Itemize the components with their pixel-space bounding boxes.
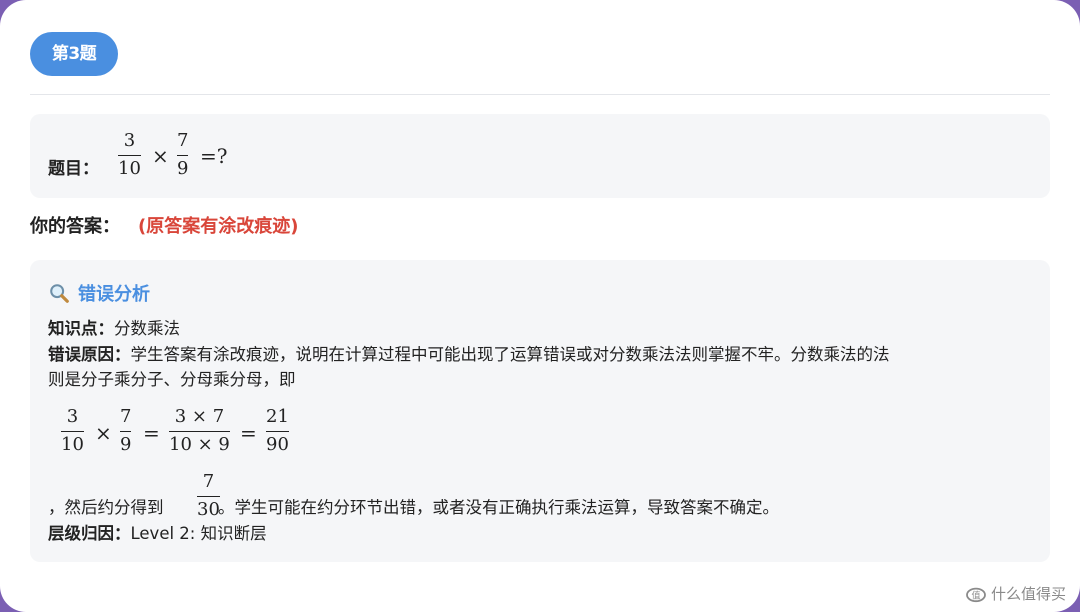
error-text-1: 学生答案有涂改痕迹，说明在计算过程中可能出现了运算错误或对分数乘法法则掌握不牢。… — [130, 345, 890, 364]
equals-question: =? — [200, 144, 228, 168]
denominator: 10 — [118, 158, 141, 179]
level-label: 层级归因： — [48, 524, 131, 543]
error-text-2: 则是分子乘分子、分母乘分母，即 — [48, 370, 296, 389]
simplified-fraction: 7 30 — [197, 471, 220, 521]
formula-fraction-a: 3 10 — [61, 406, 84, 456]
numerator: 3 × 7 — [174, 406, 225, 427]
question-number-badge: 第3题 — [30, 32, 118, 76]
error-label: 错误原因： — [48, 345, 131, 364]
formula-fraction-c: 3 × 7 10 × 9 — [169, 406, 230, 456]
knowledge-label: 知识点： — [48, 319, 114, 338]
denominator: 9 — [120, 434, 132, 455]
formula-fraction-b: 7 9 — [120, 406, 132, 456]
watermark: 值 什么值得买 — [965, 583, 1066, 604]
numerator: 3 — [66, 406, 79, 427]
answer-value: (原答案有涂改痕迹) — [138, 216, 299, 237]
content-card: 第3题 题目： 3 10 × 7 9 =? 你的答案： (原答案有涂改痕迹) 错误… — [0, 0, 1080, 612]
equals-sign: = — [143, 421, 160, 445]
knowledge-line: 知识点：分数乘法 — [48, 317, 1033, 341]
error-reason-line-2: 则是分子乘分子、分母乘分母，即 — [48, 368, 1033, 392]
answer-row: 你的答案： (原答案有涂改痕迹) — [30, 212, 298, 240]
analysis-title-text: 错误分析 — [78, 284, 150, 305]
level-line: 层级归因：Level 2: 知识断层 — [48, 522, 1033, 546]
analysis-title: 错误分析 — [48, 280, 150, 306]
simplify-suffix: 。学生可能在约分环节出错，或者没有正确执行乘法运算，导致答案不确定。 — [218, 498, 779, 517]
question-fraction-1: 3 10 — [118, 130, 141, 180]
analysis-box: 错误分析 知识点：分数乘法 错误原因：学生答案有涂改痕迹，说明在计算过程中可能出… — [30, 260, 1050, 562]
question-box: 题目： 3 10 × 7 9 =? — [30, 114, 1050, 198]
divider — [30, 94, 1050, 95]
times-sign: × — [95, 421, 112, 445]
denominator: 90 — [266, 434, 289, 455]
knowledge-value: 分数乘法 — [114, 319, 180, 338]
times-sign: × — [152, 144, 169, 168]
denominator: 10 × 9 — [169, 434, 230, 455]
formula-fraction-d: 21 90 — [266, 406, 289, 456]
question-label: 题目： — [48, 159, 99, 179]
svg-text:值: 值 — [971, 589, 980, 601]
magnifier-icon — [50, 284, 69, 303]
error-reason-line: 错误原因：学生答案有涂改痕迹，说明在计算过程中可能出现了运算错误或对分数乘法法则… — [48, 343, 1033, 367]
equals-sign-2: = — [240, 421, 257, 445]
question-fraction-2: 7 9 — [177, 130, 189, 180]
numerator: 3 — [123, 130, 136, 151]
numerator: 7 — [202, 471, 215, 492]
simplify-prefix: ，然后约分得到 — [48, 498, 164, 517]
watermark-text: 什么值得买 — [990, 585, 1066, 603]
denominator: 9 — [177, 158, 189, 179]
denominator: 10 — [61, 434, 84, 455]
denominator: 30 — [197, 499, 220, 520]
numerator: 7 — [177, 130, 189, 151]
answer-label: 你的答案： — [30, 216, 120, 237]
numerator: 21 — [266, 406, 289, 427]
numerator: 7 — [120, 406, 132, 427]
smzdm-logo-icon: 值 — [966, 587, 986, 602]
simplify-line: ，然后约分得到 。学生可能在约分环节出错，或者没有正确执行乘法运算，导致答案不确… — [48, 496, 1033, 520]
level-value: Level 2: 知识断层 — [130, 524, 267, 543]
